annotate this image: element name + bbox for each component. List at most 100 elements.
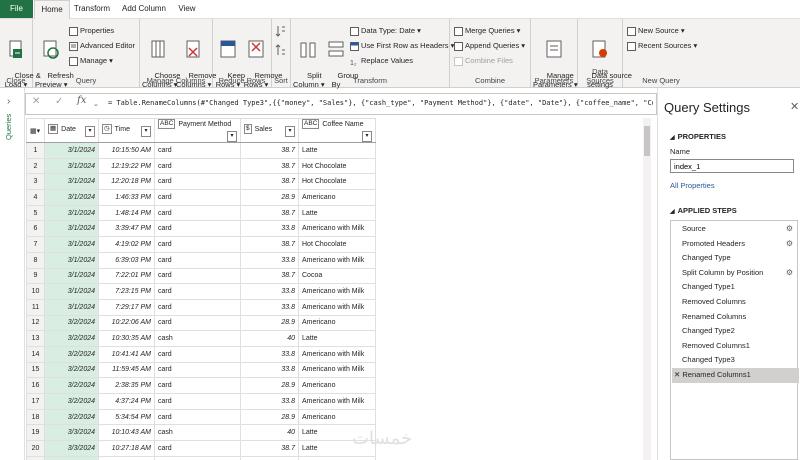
sort-descending-button[interactable] bbox=[275, 43, 288, 56]
cell-date[interactable]: 3/1/2024 bbox=[44, 204, 99, 222]
cell-time[interactable]: 5:34:54 PM bbox=[98, 408, 155, 426]
cell-date[interactable]: 3/1/2024 bbox=[44, 189, 99, 206]
cell-time[interactable]: 10:41:41 AM bbox=[98, 345, 155, 363]
column-header-payment-method[interactable]: ABC Payment Method ▾ bbox=[154, 118, 241, 143]
filter-dropdown-icon[interactable]: ▾ bbox=[227, 131, 237, 142]
replace-values-button[interactable]: 1₂ Replace Values bbox=[350, 54, 413, 67]
tab-view[interactable]: View bbox=[174, 0, 200, 18]
applied-step[interactable]: Split Column by Position ⚙ bbox=[672, 266, 799, 281]
cell-time[interactable]: 4:19:02 PM bbox=[98, 236, 155, 253]
cell-coffee-name[interactable]: Americano with Milk bbox=[298, 345, 376, 363]
table-row[interactable]: 19 3/3/2024 10:10:43 AM cash 40 Latte bbox=[26, 424, 376, 442]
applied-step[interactable]: Removed Columns1 bbox=[672, 339, 799, 354]
combine-files-button[interactable]: Combine Files bbox=[454, 54, 513, 67]
cell-time[interactable]: 4:37:24 PM bbox=[98, 393, 155, 410]
tab-add-column[interactable]: Add Column bbox=[116, 0, 172, 18]
cell-coffee-name[interactable]: Americano with Milk bbox=[298, 220, 376, 238]
cell-payment-method[interactable]: card bbox=[154, 314, 241, 332]
cell-payment-method[interactable]: card bbox=[154, 142, 241, 159]
cell-time[interactable]: 10:10:43 AM bbox=[98, 424, 155, 442]
tab-transform[interactable]: Transform bbox=[70, 0, 114, 18]
table-row[interactable]: 10 3/1/2024 7:23:15 PM card 33.8 Americano wi… bbox=[26, 283, 376, 300]
scrollbar-thumb[interactable] bbox=[644, 126, 650, 156]
cell-sales[interactable]: 28.9 bbox=[240, 377, 299, 394]
column-header-coffee-name[interactable]: ABC Coffee Name ▾ bbox=[298, 118, 376, 143]
row-number[interactable]: 5 bbox=[26, 204, 45, 222]
close-load-button[interactable]: Close & Load ▾ bbox=[2, 22, 41, 98]
cell-date[interactable]: 3/2/2024 bbox=[44, 314, 99, 332]
cell-payment-method[interactable]: card bbox=[154, 345, 241, 363]
tab-file[interactable]: File bbox=[0, 0, 33, 18]
row-number[interactable]: 17 bbox=[26, 393, 45, 410]
column-header-date[interactable]: ▦ Date ▾ bbox=[44, 118, 99, 143]
table-row[interactable]: 18 3/2/2024 5:34:54 PM card 28.9 Americano bbox=[26, 408, 376, 426]
cell-payment-method[interactable]: card bbox=[154, 408, 241, 426]
table-row[interactable]: 20 3/3/2024 10:27:18 AM card 38.7 Latte bbox=[26, 440, 376, 457]
table-row[interactable]: 7 3/1/2024 4:19:02 PM card 38.7 Hot Chocolate bbox=[26, 236, 376, 253]
cell-payment-method[interactable]: card bbox=[154, 361, 241, 379]
cell-payment-method[interactable]: card bbox=[154, 267, 241, 285]
table-row[interactable]: 8 3/1/2024 6:39:03 PM card 33.8 Americano wit… bbox=[26, 251, 376, 269]
table-row[interactable]: 3 3/1/2024 12:20:18 PM card 38.7 Hot Chocolat… bbox=[26, 173, 376, 191]
row-number[interactable]: 14 bbox=[26, 345, 45, 363]
cell-sales[interactable]: 33.8 bbox=[240, 283, 299, 300]
append-queries-button[interactable]: Append Queries ▾ bbox=[454, 39, 525, 52]
filter-dropdown-icon[interactable]: ▾ bbox=[85, 126, 95, 137]
cell-time[interactable]: 12:20:18 PM bbox=[98, 173, 155, 191]
cell-date[interactable]: 3/1/2024 bbox=[44, 298, 99, 316]
cell-sales[interactable]: 33.8 bbox=[240, 251, 299, 269]
table-row[interactable]: 1 3/1/2024 10:15:50 AM card 38.7 Latte bbox=[26, 142, 376, 159]
cell-time[interactable]: 10:22:06 AM bbox=[98, 314, 155, 332]
table-row[interactable]: 12 3/2/2024 10:22:06 AM card 28.9 Americano bbox=[26, 314, 376, 332]
cell-sales[interactable]: 28.9 bbox=[240, 455, 299, 460]
recent-sources-button[interactable]: Recent Sources ▾ bbox=[627, 39, 697, 52]
cell-sales[interactable]: 33.8 bbox=[240, 393, 299, 410]
time-type-icon[interactable]: ◷ bbox=[102, 124, 112, 134]
cell-payment-method[interactable]: card bbox=[154, 298, 241, 316]
cell-payment-method[interactable]: card bbox=[154, 455, 241, 460]
cell-coffee-name[interactable]: Hot Chocolate bbox=[298, 173, 376, 191]
all-properties-link[interactable]: All Properties bbox=[670, 181, 715, 190]
cell-time[interactable]: 11:33:56 AM bbox=[98, 455, 155, 460]
cell-coffee-name[interactable]: Americano with Milk bbox=[298, 393, 376, 410]
row-number[interactable]: 19 bbox=[26, 424, 45, 442]
cell-coffee-name[interactable]: Hot Chocolate bbox=[298, 236, 376, 253]
use-first-row-headers-button[interactable]: Use First Row as Headers ▾ bbox=[350, 39, 454, 52]
cell-payment-method[interactable]: card bbox=[154, 251, 241, 269]
step-settings-gear-icon[interactable]: ⚙ bbox=[786, 266, 793, 281]
table-row[interactable]: 13 3/2/2024 10:30:35 AM cash 40 Latte bbox=[26, 330, 376, 347]
row-number[interactable]: 8 bbox=[26, 251, 45, 269]
remove-columns-button[interactable]: Remove Columns ▾ bbox=[176, 22, 216, 98]
cell-date[interactable]: 3/2/2024 bbox=[44, 393, 99, 410]
table-row[interactable]: 16 3/2/2024 2:38:35 PM card 28.9 Americano bbox=[26, 377, 376, 394]
formula-expand-chevron-icon[interactable]: ⌄ bbox=[93, 100, 99, 108]
cell-time[interactable]: 2:38:35 PM bbox=[98, 377, 155, 394]
cell-payment-method[interactable]: card bbox=[154, 393, 241, 410]
cell-sales[interactable]: 38.7 bbox=[240, 157, 299, 175]
cell-date[interactable]: 3/3/2024 bbox=[44, 440, 99, 457]
cell-coffee-name[interactable]: Americano with Milk bbox=[298, 283, 376, 300]
cell-payment-method[interactable]: card bbox=[154, 220, 241, 238]
keep-rows-button[interactable]: Keep Rows ▾ bbox=[215, 22, 245, 98]
cell-date[interactable]: 3/1/2024 bbox=[44, 251, 99, 269]
date-type-icon[interactable]: ▦ bbox=[48, 124, 59, 134]
applied-step[interactable]: Changed Type bbox=[672, 251, 799, 266]
currency-type-icon[interactable]: $ bbox=[244, 124, 252, 134]
cell-payment-method[interactable]: card bbox=[154, 377, 241, 394]
table-row[interactable]: 6 3/1/2024 3:39:47 PM card 33.8 Americano wit… bbox=[26, 220, 376, 238]
row-number[interactable]: 4 bbox=[26, 189, 45, 206]
cell-sales[interactable]: 38.7 bbox=[240, 440, 299, 457]
table-row[interactable]: 17 3/2/2024 4:37:24 PM card 33.8 Americano wi… bbox=[26, 393, 376, 410]
split-column-button[interactable]: Split Column ▾ bbox=[293, 22, 325, 98]
cell-time[interactable]: 12:19:22 PM bbox=[98, 157, 155, 175]
cell-coffee-name[interactable]: Hot Chocolate bbox=[298, 157, 376, 175]
table-row[interactable]: 4 3/1/2024 1:46:33 PM card 28.9 Americano bbox=[26, 189, 376, 206]
cell-sales[interactable]: 33.8 bbox=[240, 345, 299, 363]
applied-steps-heading[interactable]: ◢ APPLIED STEPS bbox=[670, 206, 737, 215]
applied-step[interactable]: ✕ Renamed Columns1 bbox=[672, 368, 799, 383]
row-number[interactable]: 6 bbox=[26, 220, 45, 238]
cell-coffee-name[interactable]: Americano bbox=[298, 314, 376, 332]
cell-coffee-name[interactable]: Americano bbox=[298, 408, 376, 426]
table-corner-icon[interactable]: ▦▾ bbox=[26, 118, 45, 143]
table-row[interactable]: 9 3/1/2024 7:22:01 PM card 38.7 Cocoa bbox=[26, 267, 376, 285]
